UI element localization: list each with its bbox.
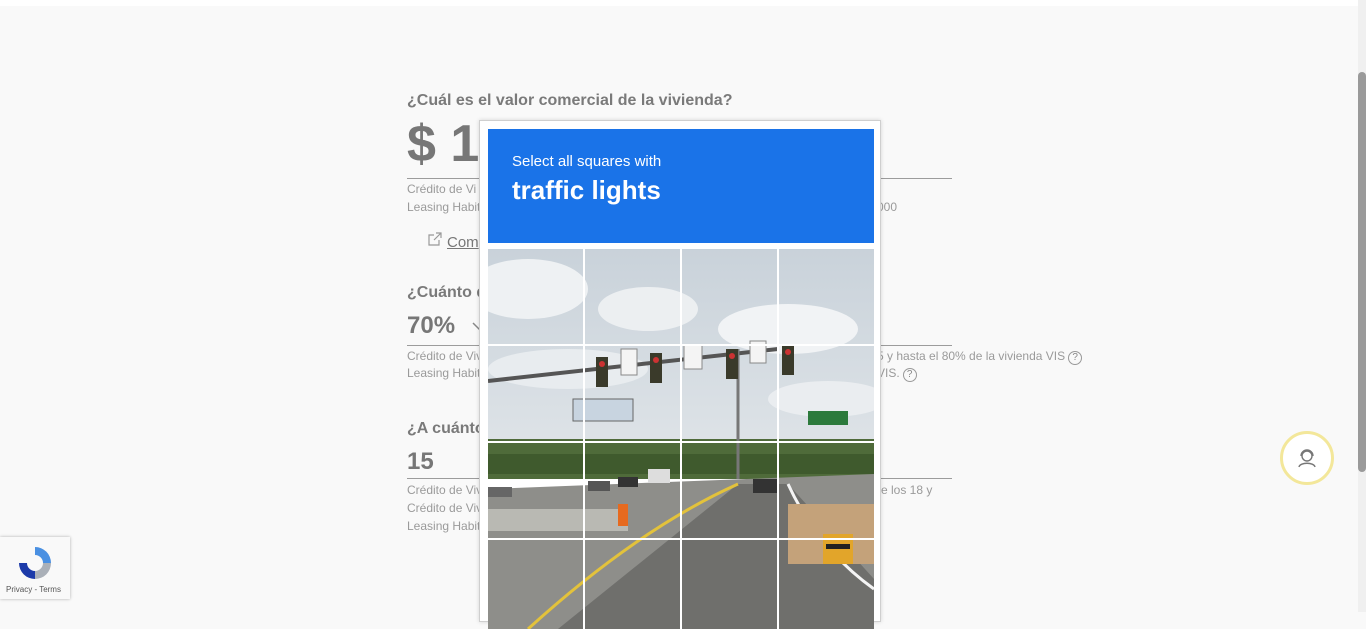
support-agent-icon [1298,449,1316,468]
recaptcha-badge[interactable]: Privacy - Terms [0,537,70,599]
financing-select[interactable]: 70% [407,312,487,340]
note-credit-3: Crédito de Viv [407,483,483,497]
support-chat-button[interactable] [1280,431,1334,485]
captcha-instruction: Select all squares with [512,153,662,170]
financing-value: 70% [407,312,456,339]
note-credit-2: Crédito de Viv [407,349,483,363]
recaptcha-terms[interactable]: Privacy - Terms [6,585,61,594]
grid-line [488,441,874,443]
top-bar [0,0,1358,6]
question-financing: ¿Cuánto d [407,284,487,301]
question-term: ¿A cuánto [407,420,485,437]
term-input[interactable]: 15 [407,448,434,476]
note-credit-2-end-text: 5 y hasta el 80% de la vivienda VIS [877,349,1066,363]
grid-line [488,538,874,540]
note-credit-2-end: 5 y hasta el 80% de la vivienda VIS? [877,349,1083,365]
note-leasing-2-end: VIS.? [877,366,917,382]
home-value-input[interactable]: $ 1 [407,114,479,174]
compare-link[interactable]: Com [427,231,479,251]
grid-line [583,249,585,629]
note-credit-4: Crédito de Viv [407,501,483,515]
help-icon[interactable]: ? [902,368,917,382]
captcha-target: traffic lights [512,175,661,205]
note-leasing-3: Leasing Habit [407,519,481,533]
grid-line [488,344,874,346]
recaptcha-logo-icon [19,547,51,579]
help-icon[interactable]: ? [1068,351,1083,365]
compare-link-label: Com [447,234,479,251]
scrollbar-thumb[interactable] [1358,72,1366,472]
note-leasing-1: Leasing Habit [407,200,481,214]
note-credit-1: Crédito de Vi [407,182,477,196]
grid-line [680,249,682,629]
captcha-image-grid [488,249,874,629]
grid-line [777,249,779,629]
captcha-header: Select all squares with traffic lights [488,129,874,243]
captcha-challenge: Select all squares with traffic lights [479,120,881,629]
external-link-icon [428,232,442,246]
note-leasing-2: Leasing Habit [407,366,481,380]
note-credit-3-end: re los 18 y [877,483,933,497]
question-home-value: ¿Cuál es el valor comercial de la vivien… [407,92,733,109]
